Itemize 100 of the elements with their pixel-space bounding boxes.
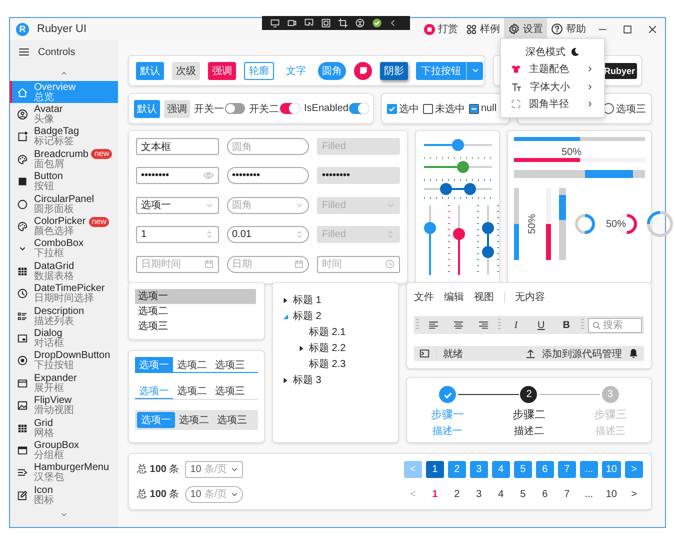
tab[interactable]: 选项二 [173,383,211,399]
chevron-left-icon[interactable] [389,18,397,28]
password-field[interactable]: •••••••• [317,167,400,184]
checkbox[interactable] [387,104,397,114]
tab[interactable]: 选项三 [213,412,251,428]
slider-thumb[interactable] [482,222,494,234]
sidebar-item[interactable]: Expander 展开框 [10,372,118,394]
sidebar-item[interactable]: Breadcrumb new 面包屑 [10,148,118,171]
maximize-button[interactable] [622,24,633,34]
slider[interactable] [424,179,492,199]
page-button[interactable]: 5 [514,486,532,502]
menu-item[interactable]: 字体大小 [501,78,604,96]
list-item[interactable]: 选项三 [135,318,256,334]
screen-icon[interactable] [270,18,280,28]
page-button[interactable]: 3 [470,486,488,502]
close-button[interactable] [647,24,658,34]
toolbar-button[interactable]: 样例 [462,18,504,40]
slider-thumb[interactable] [453,228,465,240]
format-button[interactable]: I [505,317,527,333]
cursor-icon[interactable] [304,18,314,28]
tab[interactable]: 选项二 [175,412,213,428]
slider-thumb[interactable] [424,222,436,234]
sidebar-item[interactable]: CircularPanel 圆形面板 [10,192,118,216]
expand-arrow-icon[interactable] [298,344,304,352]
sidebar-item[interactable]: Description 描述列表 [10,304,118,328]
slider-thumb[interactable] [456,161,469,173]
sidebar-item[interactable]: Avatar 头像 [10,103,118,126]
toolbar-button[interactable]: 设置 [504,18,547,40]
slider[interactable] [477,205,499,275]
sidebar-item[interactable]: Icon 图标 [10,484,118,506]
menu-item[interactable]: 编辑 [444,290,464,304]
number-field[interactable]: 0.01 [227,226,309,244]
sidebar-item[interactable]: Dialog 对话框 [10,327,118,350]
slider-thumb[interactable] [464,183,476,195]
slider[interactable] [424,205,436,275]
frame-icon[interactable] [321,18,331,28]
expand-arrow-icon[interactable] [282,296,288,304]
tree-item[interactable]: 标题 2.3 [309,357,346,371]
page-button[interactable]: 10 [602,486,621,502]
tab[interactable]: 选项三 [211,383,249,399]
format-button[interactable]: B [556,317,577,333]
sidebar-item[interactable]: DataGrid 数据表格 [10,260,118,283]
sidebar-item[interactable]: GroupBox 分组框 [10,439,118,462]
dropdown-field[interactable]: 选项一 [136,196,219,214]
button[interactable]: 阴影 [380,62,408,80]
toggle-switch[interactable] [280,103,300,114]
number-field[interactable]: 1 [136,226,219,244]
menu-item[interactable]: 圆角半径 [501,96,604,113]
expand-arrow-icon[interactable] [282,376,288,384]
button[interactable]: 强调 [208,62,236,80]
tree-item[interactable]: 标题 2 [293,309,322,323]
toolbar-button[interactable]: 打赏 [420,18,462,40]
accessibility-icon[interactable] [355,18,365,28]
crop-icon[interactable] [338,18,348,28]
password-field[interactable]: •••••••• [227,167,309,184]
sidebar-item[interactable]: ComboBox 下拉框 [10,238,118,260]
list-item[interactable]: 选项二 [135,304,256,318]
format-button[interactable]: U [530,317,552,333]
menu-item[interactable]: 主题配色 [501,60,604,78]
page-size-select[interactable]: 10 条/页 [185,486,244,502]
toggle-switch[interactable] [225,103,245,114]
sidebar-item[interactable]: DateTimePicker 日期时间选择 [10,282,118,305]
button[interactable]: 强调 [164,100,190,118]
tab[interactable]: 选项二 [173,357,211,372]
checkbox[interactable] [423,104,433,114]
toolbar-button[interactable]: 帮助 [547,18,590,40]
source-control-link[interactable]: 添加到源代码管理 [542,346,622,360]
sidebar-item[interactable]: DropDownButton 下拉按钮 [10,350,118,372]
page-button[interactable]: 1 [426,486,444,502]
text-field[interactable]: 文本框 [136,138,219,155]
sidebar-item[interactable]: Button 按钮 [10,170,118,193]
icon-button[interactable] [354,62,372,80]
page-button[interactable]: 7 [558,486,576,502]
menu-item[interactable]: 文件 [414,290,434,304]
menu-item[interactable]: 视图 [474,290,494,304]
menu-icon[interactable] [18,46,30,58]
next-page-button[interactable]: > [625,486,643,502]
slider-thumb[interactable] [482,246,494,258]
menu-item[interactable]: 深色模式 [501,43,604,60]
tree-item[interactable]: 标题 3 [293,373,322,387]
slider[interactable] [448,205,465,275]
password-field[interactable]: •••••••• [136,167,219,184]
slider-thumb[interactable] [452,139,464,151]
sidebar-item[interactable]: HamburgerMenu 汉堡包 [10,462,118,484]
slider-thumb[interactable] [440,183,452,195]
page-button[interactable]: ... [580,486,598,502]
menu-item[interactable]: 无内容 [515,290,545,304]
sidebar-item[interactable]: Grid 网格 [10,416,118,440]
list-item[interactable]: 选项一 [135,289,256,304]
tree-item[interactable]: 标题 1 [293,293,322,307]
sidebar-item[interactable]: FlipView 滑动视图 [10,394,118,417]
check-icon[interactable] [372,18,382,28]
page-button[interactable]: 2 [448,486,466,502]
bell-icon[interactable] [628,348,639,359]
button[interactable]: 次级 [172,62,200,80]
camera-icon[interactable] [287,18,297,28]
toggle-switch[interactable] [349,103,370,114]
page-button[interactable]: 6 [536,486,554,502]
tab[interactable]: 选项三 [211,357,249,372]
page-size-select[interactable]: 10 条/页 [185,460,244,478]
